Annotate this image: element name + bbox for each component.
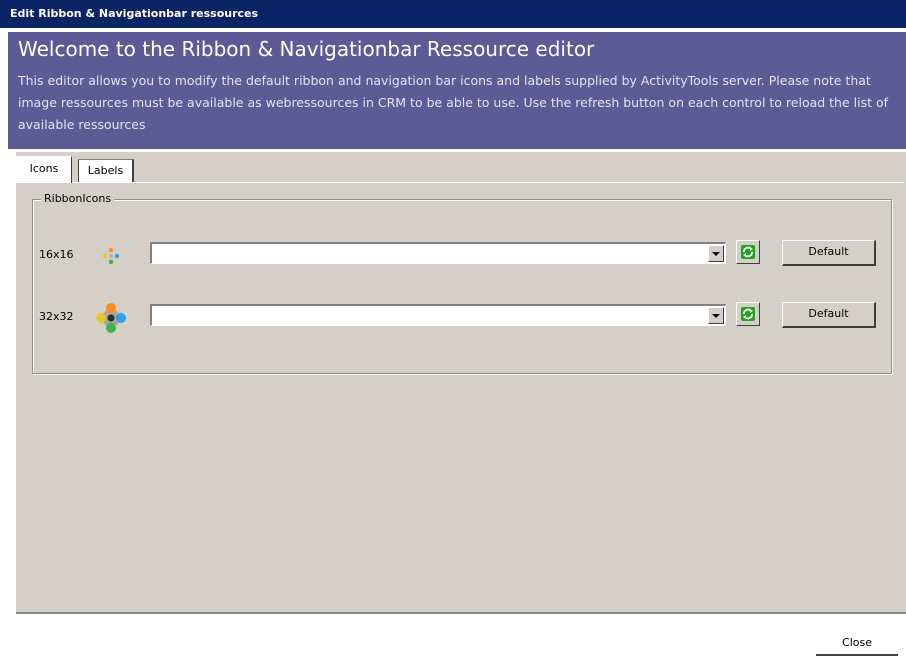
refresh-icon	[741, 307, 755, 321]
tab-labels[interactable]: Labels	[78, 159, 134, 182]
default-button[interactable]: Default	[782, 240, 876, 266]
tab-icons[interactable]: Icons	[16, 156, 72, 183]
refresh-icon	[741, 245, 755, 259]
ribbon-icon-small	[91, 236, 131, 276]
chevron-down-icon	[712, 313, 720, 318]
icon-row-32x32: 32x32 Default	[33, 298, 893, 338]
dropdown-arrow-button[interactable]	[708, 307, 724, 324]
banner-title: Welcome to the Ribbon & Navigationbar Re…	[18, 37, 595, 61]
window-titlebar: Edit Ribbon & Navigationbar ressources	[0, 0, 906, 28]
icon-row-16x16: 16x16 Default	[33, 236, 893, 276]
dropdown-arrow-button[interactable]	[708, 245, 724, 262]
refresh-button[interactable]	[736, 302, 760, 326]
tab-control: Icons Labels RibbonIcons 16x16 Default 3…	[16, 152, 906, 614]
dialog-footer: Close	[8, 616, 906, 666]
banner-description: This editor allows you to modify the def…	[18, 73, 889, 132]
close-button[interactable]: Close	[816, 632, 898, 656]
refresh-button[interactable]	[736, 240, 760, 264]
ribbon-icon-large	[91, 298, 131, 338]
icon-32-select[interactable]	[150, 304, 726, 326]
default-button[interactable]: Default	[782, 302, 876, 328]
size-label: 16x16	[39, 248, 74, 261]
size-label: 32x32	[39, 310, 74, 323]
chevron-down-icon	[712, 251, 720, 256]
icon-16-select[interactable]	[150, 242, 726, 264]
welcome-banner: Welcome to the Ribbon & Navigationbar Re…	[8, 32, 906, 149]
icons-tab-page: RibbonIcons 16x16 Default 32x32 Default	[18, 182, 904, 610]
group-title: RibbonIcons	[41, 192, 115, 205]
ribbon-icons-group: RibbonIcons 16x16 Default 32x32 Default	[32, 192, 893, 374]
